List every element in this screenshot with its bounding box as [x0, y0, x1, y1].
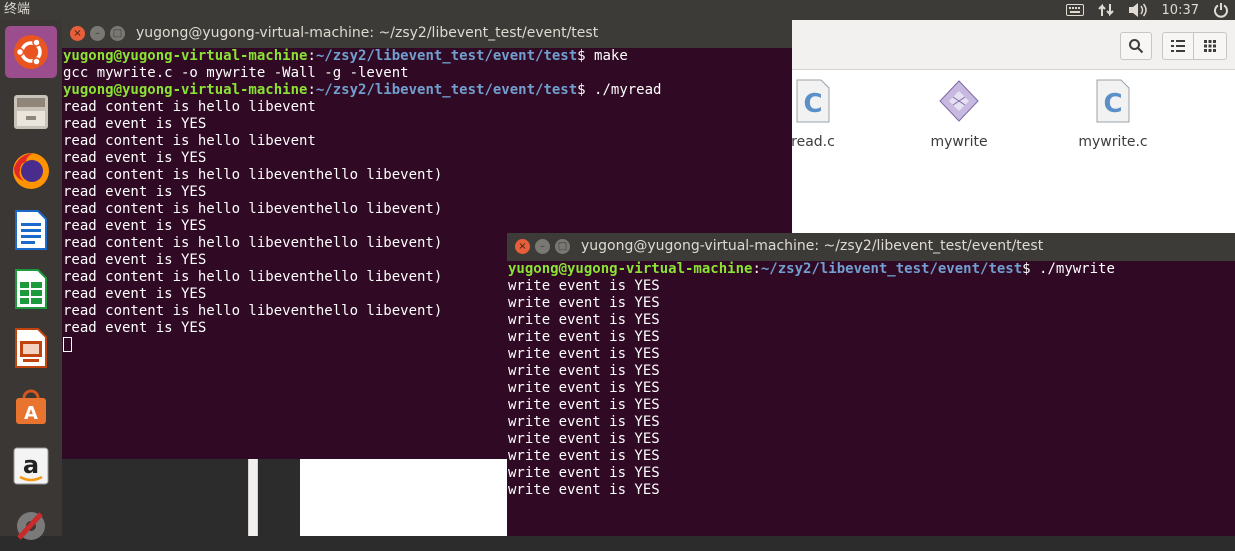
output-line: read content is hello libeventhello libe… — [63, 167, 443, 183]
output-line: write event is YES — [508, 329, 660, 345]
top-panel: 终端 10:37 — [0, 0, 1235, 20]
list-view-icon — [1171, 40, 1185, 52]
output-line: read event is YES — [63, 116, 207, 132]
svg-text:C: C — [1103, 89, 1122, 119]
prompt-line: yugong@yugong-virtual-machine:~/zsy2/lib… — [63, 82, 662, 98]
writer-icon[interactable] — [5, 204, 57, 256]
output-line: write event is YES — [508, 346, 660, 362]
firefox-icon[interactable] — [5, 145, 57, 197]
svg-text:a: a — [23, 451, 39, 479]
file-item[interactable]: mywrite — [904, 78, 1014, 150]
output-line: write event is YES — [508, 278, 660, 294]
output-line: write event is YES — [508, 312, 660, 328]
output-line: write event is YES — [508, 295, 660, 311]
calc-icon[interactable] — [5, 263, 57, 315]
terminal-output[interactable]: yugong@yugong-virtual-machine:~/zsy2/lib… — [508, 261, 1235, 536]
list-view-button[interactable] — [1162, 32, 1194, 60]
output-line: read content is hello libeventhello libe… — [63, 201, 443, 217]
terminal-titlebar[interactable]: × – □ yugong@yugong-virtual-machine: ~/z… — [62, 20, 792, 48]
ubuntu-dash-icon[interactable] — [5, 26, 57, 78]
volume-icon[interactable] — [1128, 2, 1148, 18]
amazon-icon[interactable]: a — [5, 440, 57, 492]
minimize-icon[interactable]: – — [90, 26, 105, 41]
output-line: write event is YES — [508, 380, 660, 396]
close-icon[interactable]: × — [70, 26, 85, 41]
terminal-window-write[interactable]: × – □ yugong@yugong-virtual-machine: ~/z… — [507, 233, 1235, 536]
software-center-icon[interactable]: A — [5, 381, 57, 433]
keyboard-icon[interactable] — [1065, 3, 1084, 17]
impress-icon[interactable] — [5, 322, 57, 374]
terminal-title: yugong@yugong-virtual-machine: ~/zsy2/li… — [136, 25, 599, 41]
file-manager-sidebar-edge — [248, 456, 258, 536]
system-settings-icon[interactable] — [5, 499, 57, 551]
search-button[interactable] — [1120, 32, 1152, 60]
c-source-file-icon: C — [1096, 79, 1130, 123]
svg-text:A: A — [24, 403, 38, 424]
file-item[interactable]: C mywrite.c — [1058, 78, 1168, 150]
output-line: read event is YES — [63, 150, 207, 166]
output-line: write event is YES — [508, 414, 660, 430]
prompt-path: ~/zsy2/libevent_test/event/test — [315, 82, 578, 98]
system-tray: 10:37 — [1065, 0, 1235, 20]
text-cursor — [63, 337, 72, 352]
prompt-path: ~/zsy2/libevent_test/event/test — [760, 261, 1023, 277]
prompt-user: yugong@yugong-virtual-machine — [508, 261, 753, 277]
output-line: write event is YES — [508, 431, 660, 447]
files-icon[interactable] — [5, 86, 57, 138]
executable-file-icon — [939, 80, 979, 122]
output-line: read event is YES — [63, 184, 207, 200]
terminal-titlebar[interactable]: × – □ yugong@yugong-virtual-machine: ~/z… — [507, 233, 1235, 261]
active-app-title: 终端 — [4, 2, 31, 17]
terminal-title: yugong@yugong-virtual-machine: ~/zsy2/li… — [581, 238, 1044, 254]
prompt-path: ~/zsy2/libevent_test/event/test — [315, 48, 578, 64]
output-line: gcc mywrite.c -o mywrite -Wall -g -leven… — [63, 65, 409, 81]
prompt-command: $ ./myread — [577, 82, 662, 98]
output-line: write event is YES — [508, 448, 660, 464]
launcher: A a — [0, 20, 62, 540]
prompt-command: $ make — [577, 48, 628, 64]
close-icon[interactable]: × — [515, 239, 530, 254]
output-line: write event is YES — [508, 482, 660, 498]
maximize-icon[interactable]: □ — [110, 26, 125, 41]
minimize-icon[interactable]: – — [535, 239, 550, 254]
output-line: write event is YES — [508, 397, 660, 413]
file-name: mywrite — [930, 134, 988, 150]
svg-text:C: C — [803, 89, 822, 119]
grid-view-icon — [1204, 40, 1216, 52]
c-source-file-icon: C — [796, 79, 830, 123]
output-line: write event is YES — [508, 363, 660, 379]
network-icon[interactable] — [1097, 2, 1114, 18]
prompt-command: $ ./mywrite — [1022, 261, 1115, 277]
power-icon[interactable] — [1213, 2, 1229, 18]
search-icon — [1129, 39, 1144, 54]
output-line: read content is hello libevent — [63, 133, 316, 149]
prompt-line: yugong@yugong-virtual-machine:~/zsy2/lib… — [63, 48, 628, 64]
grid-view-button[interactable] — [1193, 32, 1227, 60]
prompt-user: yugong@yugong-virtual-machine — [63, 48, 308, 64]
file-name: mywrite.c — [1078, 134, 1148, 150]
maximize-icon[interactable]: □ — [555, 239, 570, 254]
prompt-user: yugong@yugong-virtual-machine — [63, 82, 308, 98]
prompt-line: yugong@yugong-virtual-machine:~/zsy2/lib… — [508, 261, 1115, 277]
clock-time[interactable]: 10:37 — [1162, 3, 1199, 18]
output-line: read content is hello libevent — [63, 99, 316, 115]
output-line: write event is YES — [508, 465, 660, 481]
